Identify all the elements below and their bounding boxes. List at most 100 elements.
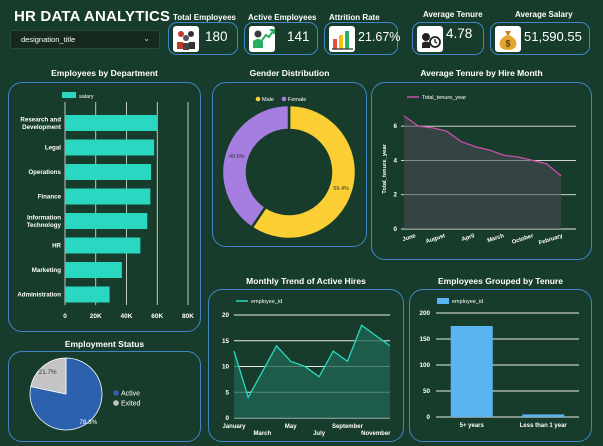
kpi-attrition-rate-value: 21.67% bbox=[358, 30, 401, 44]
designation-filter-dropdown[interactable]: designation_title ⌄ bbox=[10, 30, 160, 49]
y-tick-label: 200 bbox=[419, 310, 430, 317]
bar-administration bbox=[65, 286, 110, 303]
kpi-attrition-rate-card: 21.67% bbox=[324, 22, 401, 55]
monthly-panel-title: Monthly Trend of Active Hires bbox=[246, 276, 366, 286]
people-group-icon bbox=[173, 26, 199, 52]
bar-operations bbox=[65, 164, 152, 180]
y-tick-label: 20 bbox=[222, 312, 230, 319]
x-tick-label: 40K bbox=[121, 313, 133, 320]
status-panel-title: Employment Status bbox=[64, 339, 145, 349]
legend-dot-female bbox=[281, 96, 287, 102]
legend-label-male: Male bbox=[262, 97, 274, 103]
y-tick-label: 4 bbox=[393, 157, 397, 164]
dept-panel-title: Employees by Department bbox=[51, 68, 158, 78]
y-tick-label: 5 bbox=[225, 389, 229, 396]
chevron-down-icon: ⌄ bbox=[143, 34, 150, 43]
tenure-icon bbox=[417, 26, 443, 52]
monthly-chart: 0 5 10 15 20 employee_id January May September Ma… bbox=[222, 299, 391, 437]
y-tick-label: 0 bbox=[426, 414, 430, 421]
x-tick-label: Less than 1 year bbox=[520, 423, 568, 429]
kpi-total-employees-value: 180 bbox=[205, 29, 228, 44]
x-tick-label: July bbox=[313, 431, 326, 437]
category-label: Operations bbox=[28, 169, 61, 176]
x-tick-label: May bbox=[285, 424, 297, 430]
category-label: Legal bbox=[45, 145, 61, 152]
bar-research-and-development bbox=[65, 115, 158, 131]
y-tick-label: 0 bbox=[393, 226, 397, 233]
slice-value-label: 40.6% bbox=[229, 154, 245, 160]
kpi-average-salary-value: 51,590.55 bbox=[524, 29, 582, 44]
donut-slice-female bbox=[220, 103, 291, 230]
x-tick-label: September bbox=[332, 424, 364, 430]
tenure-area bbox=[404, 115, 561, 229]
legend-dot-active bbox=[113, 390, 119, 396]
legend-label-tenure: Total_tenure_year bbox=[422, 95, 466, 101]
money-bag-icon: $ bbox=[495, 26, 521, 52]
kpi-active-employees-card: 141 bbox=[244, 22, 318, 55]
legend-swatch-salary bbox=[62, 92, 76, 98]
legend-label-active: Active bbox=[121, 391, 140, 398]
x-tick-label: March bbox=[254, 431, 272, 437]
legend-dot-exited bbox=[113, 400, 119, 406]
tenure-month-chart: 0 2 4 6 Total_tenure_year Total_tenure_year Ju… bbox=[382, 95, 576, 247]
svg-text:$: $ bbox=[505, 39, 510, 49]
gender-chart: Male Female 59.4% 40.6% bbox=[220, 96, 358, 241]
bar-5-years bbox=[450, 326, 493, 417]
grouped-chart: 0 50 100 150 200 employee_id 5+ years Less than… bbox=[419, 298, 579, 429]
y-tick-label: 150 bbox=[419, 336, 430, 343]
status-chart: 78.3% 21.7% Active Exited bbox=[29, 357, 141, 431]
kpi-attrition-rate-label: Attrition Rate bbox=[329, 13, 380, 22]
dept-chart: 0 20K 40K 60K 80K salary Research andDevelopme… bbox=[17, 92, 194, 320]
grouped-panel-title: Employees Grouped by Tenure bbox=[437, 276, 563, 286]
x-tick-label: October bbox=[511, 233, 535, 246]
y-tick-label: 100 bbox=[419, 362, 430, 369]
slice-value-label: 78.3% bbox=[79, 419, 97, 426]
x-tick-label: January bbox=[222, 424, 246, 430]
x-tick-label: February bbox=[538, 233, 564, 247]
kpi-active-employees-value: 141 bbox=[287, 29, 310, 44]
y-tick-label: 10 bbox=[222, 364, 230, 371]
legend-label-exited: Exited bbox=[121, 401, 141, 408]
category-label: Marketing bbox=[32, 267, 61, 274]
designation-filter-value: designation_title bbox=[21, 35, 76, 44]
slice-value-label: 21.7% bbox=[39, 369, 57, 376]
kpi-average-tenure-card: 4.78 bbox=[412, 22, 484, 55]
x-tick-label: 80K bbox=[182, 313, 194, 320]
kpi-average-tenure-label: Average Tenure bbox=[423, 10, 483, 19]
y-tick-label: 0 bbox=[225, 415, 229, 422]
kpi-total-employees-card: 180 bbox=[168, 22, 238, 55]
x-tick-label: 20K bbox=[90, 313, 102, 320]
y-tick-label: 2 bbox=[393, 192, 397, 199]
y-tick-label: 15 bbox=[222, 338, 230, 345]
bar-finance bbox=[65, 188, 151, 205]
category-label: Administration bbox=[17, 292, 61, 299]
bar-chart-icon bbox=[329, 26, 355, 52]
bar-less-than-1-year bbox=[522, 414, 565, 417]
bar-legal bbox=[65, 139, 155, 156]
category-label: Research and bbox=[20, 116, 61, 123]
slice-value-label: 59.4% bbox=[333, 186, 349, 192]
category-label: Development bbox=[22, 124, 61, 131]
legend-label-employee-id: employee_id bbox=[452, 299, 483, 305]
gender-panel-title: Gender Distribution bbox=[249, 68, 330, 78]
legend-label-salary: salary bbox=[79, 94, 94, 100]
x-tick-label: August bbox=[425, 233, 446, 245]
kpi-average-tenure-value: 4.78 bbox=[446, 26, 473, 41]
legend-label-female: Female bbox=[288, 97, 306, 103]
tenure-month-panel-title: Average Tenure by Hire Month bbox=[420, 68, 543, 78]
kpi-average-salary-label: Average Salary bbox=[515, 10, 573, 19]
kpi-active-employees-label: Active Employees bbox=[248, 13, 317, 22]
y-axis-label: Total_tenure_year bbox=[382, 144, 388, 194]
bar-marketing bbox=[65, 262, 122, 278]
kpi-total-employees-label: Total Employees bbox=[173, 13, 236, 22]
y-tick-label: 50 bbox=[423, 388, 431, 395]
x-tick-label: 60K bbox=[151, 313, 163, 320]
x-tick-label: March bbox=[487, 233, 506, 244]
bar-hr bbox=[65, 237, 141, 254]
legend-label-employee-id: employee_id bbox=[251, 299, 282, 305]
dashboard-title: HR DATA ANALYTICS bbox=[14, 8, 171, 25]
kpi-average-salary-card: $ 51,590.55 bbox=[490, 22, 590, 55]
x-tick-label: 0 bbox=[63, 313, 67, 320]
legend-dot-male bbox=[255, 96, 261, 102]
legend-swatch-employee-id bbox=[437, 298, 449, 304]
